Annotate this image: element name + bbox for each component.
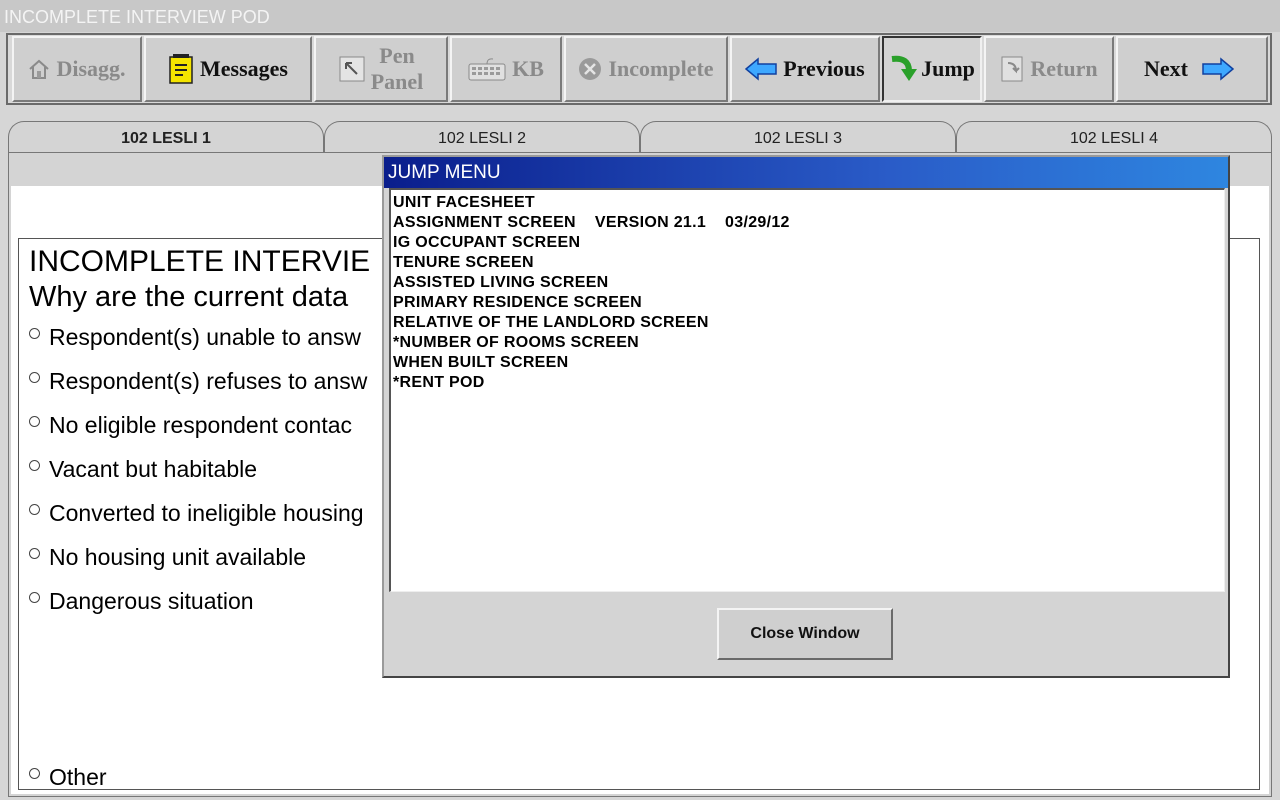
next-label: Next <box>1144 56 1188 81</box>
option-refuses[interactable]: Respondent(s) refuses to answ <box>29 366 367 396</box>
option-vacant[interactable]: Vacant but habitable <box>29 454 257 484</box>
option-label: Vacant but habitable <box>49 455 258 482</box>
option-label: Respondent(s) unable to answ <box>49 323 361 350</box>
cursor-arrow-icon <box>339 56 365 82</box>
previous-label: Previous <box>783 56 865 81</box>
pen-label-line1: Pen <box>379 43 415 68</box>
radio-button[interactable] <box>29 459 40 471</box>
jump-item-assignment-screen[interactable]: ASSIGNMENT SCREEN VERSION 21.1 03/29/12 <box>393 213 1222 233</box>
incomplete-button[interactable]: Incomplete <box>564 36 728 102</box>
jump-item-assisted-living[interactable]: ASSISTED LIVING SCREEN <box>393 273 1222 293</box>
radio-button[interactable] <box>29 503 40 515</box>
option-other[interactable]: Other <box>29 762 107 792</box>
option-label: Converted to ineligible housing <box>49 499 364 526</box>
close-window-button[interactable]: Close Window <box>717 608 893 660</box>
pen-panel-button[interactable]: Pen Panel <box>314 36 448 102</box>
option-converted[interactable]: Converted to ineligible housing <box>29 498 364 528</box>
pen-label-line2: Panel <box>370 69 424 94</box>
radio-button[interactable] <box>29 767 40 779</box>
keyboard-icon <box>468 56 506 82</box>
return-button[interactable]: Return <box>984 36 1114 102</box>
jump-item-when-built[interactable]: WHEN BUILT SCREEN <box>393 353 1222 373</box>
jump-item-number-of-rooms[interactable]: *NUMBER OF ROOMS SCREEN <box>393 333 1222 353</box>
messages-button[interactable]: Messages <box>144 36 312 102</box>
jump-menu-list[interactable]: UNIT FACESHEET ASSIGNMENT SCREEN VERSION… <box>389 188 1225 592</box>
tab-lesli-1[interactable]: 102 LESLI 1 <box>8 121 324 155</box>
window-title: INCOMPLETE INTERVIEW POD <box>0 0 1280 32</box>
tab-lesli-3[interactable]: 102 LESLI 3 <box>640 121 956 155</box>
option-dangerous[interactable]: Dangerous situation <box>29 586 254 616</box>
question-text: Why are the current data <box>29 281 349 313</box>
jump-menu-dialog: JUMP MENU UNIT FACESHEET ASSIGNMENT SCRE… <box>382 155 1230 678</box>
curved-arrow-icon <box>889 55 919 83</box>
jump-item-tenure[interactable]: TENURE SCREEN <box>393 253 1222 273</box>
return-label: Return <box>1030 56 1098 81</box>
radio-button[interactable] <box>29 327 40 339</box>
notepad-icon <box>168 54 194 84</box>
house-icon <box>28 58 50 80</box>
jump-label: Jump <box>921 56 975 81</box>
jump-button[interactable]: Jump <box>882 36 982 102</box>
option-label: No housing unit available <box>49 543 307 570</box>
disagg-label: Disagg. <box>56 56 126 81</box>
option-label: Dangerous situation <box>49 587 254 614</box>
option-unable[interactable]: Respondent(s) unable to answ <box>29 322 361 352</box>
jump-item-ig-occupant[interactable]: IG OCCUPANT SCREEN <box>393 233 1222 253</box>
option-no-housing[interactable]: No housing unit available <box>29 542 306 572</box>
radio-button[interactable] <box>29 591 40 603</box>
jump-item-relative-landlord[interactable]: RELATIVE OF THE LANDLORD SCREEN <box>393 313 1222 333</box>
return-document-icon <box>1000 55 1024 83</box>
disagg-button[interactable]: Disagg. <box>12 36 142 102</box>
tab-lesli-4[interactable]: 102 LESLI 4 <box>956 121 1272 155</box>
option-label: Respondent(s) refuses to answ <box>49 367 368 394</box>
tab-bar: 102 LESLI 1 102 LESLI 2 102 LESLI 3 102 … <box>8 121 1272 155</box>
toolbar: Disagg. Messages Pen Panel KB Incomplete… <box>6 33 1272 105</box>
jump-menu-title: JUMP MENU <box>384 157 1228 188</box>
arrow-left-icon <box>745 57 777 81</box>
radio-button[interactable] <box>29 415 40 427</box>
cancel-circle-icon <box>578 57 602 81</box>
radio-button[interactable] <box>29 547 40 559</box>
kb-label: KB <box>512 56 544 81</box>
arrow-right-icon <box>1202 57 1234 81</box>
jump-item-unit-facesheet[interactable]: UNIT FACESHEET <box>393 193 1222 213</box>
incomplete-label: Incomplete <box>608 56 714 81</box>
next-button[interactable]: Next <box>1116 36 1268 102</box>
option-label: Other <box>49 763 107 790</box>
question-title: INCOMPLETE INTERVIE <box>29 245 371 278</box>
radio-button[interactable] <box>29 371 40 383</box>
pen-panel-label: Pen Panel <box>371 43 424 95</box>
option-label: No eligible respondent contac <box>49 411 353 438</box>
previous-button[interactable]: Previous <box>730 36 880 102</box>
jump-item-rent-pod[interactable]: *RENT POD <box>393 373 1222 393</box>
kb-button[interactable]: KB <box>450 36 562 102</box>
option-no-eligible[interactable]: No eligible respondent contac <box>29 410 352 440</box>
messages-label: Messages <box>200 56 288 81</box>
jump-item-primary-residence[interactable]: PRIMARY RESIDENCE SCREEN <box>393 293 1222 313</box>
tab-lesli-2[interactable]: 102 LESLI 2 <box>324 121 640 155</box>
